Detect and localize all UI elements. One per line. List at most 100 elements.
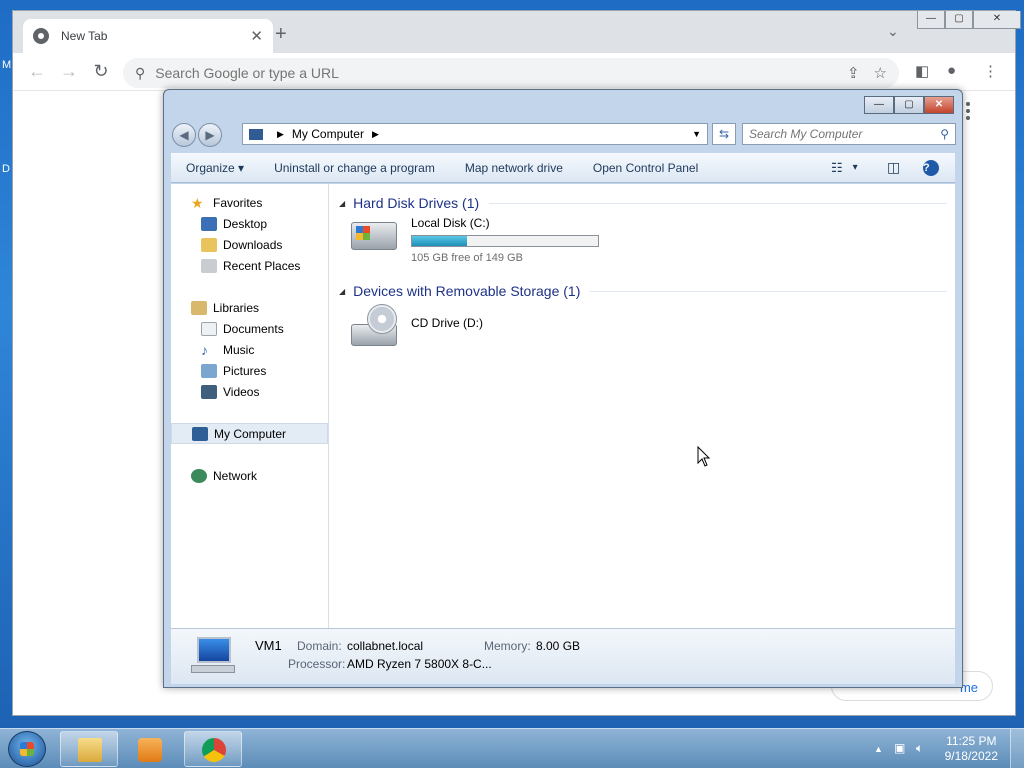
group-header-removable[interactable]: ◢ Devices with Removable Storage (1) bbox=[339, 280, 955, 302]
navigation-pane: ★ Favorites Desktop Downloads Recent Plac… bbox=[171, 184, 329, 628]
preview-pane-icon[interactable]: ◫ bbox=[887, 159, 900, 176]
refresh-button[interactable]: ⇆ bbox=[712, 123, 736, 145]
network-tray-icon[interactable]: ▣ bbox=[894, 741, 905, 755]
clock-date: 9/18/2022 bbox=[944, 749, 998, 763]
breadcrumb-arrow-icon[interactable]: ▶ bbox=[277, 129, 284, 140]
profile-icon[interactable]: ● bbox=[947, 62, 956, 79]
breadcrumb-arrow-icon[interactable]: ▶ bbox=[372, 129, 379, 140]
minimize-button[interactable]: — bbox=[917, 11, 945, 29]
show-desktop-button[interactable] bbox=[1010, 729, 1024, 768]
taskbar-explorer[interactable] bbox=[60, 731, 118, 767]
back-icon[interactable]: ← bbox=[21, 61, 53, 82]
organize-button[interactable]: Organize ▾ bbox=[171, 161, 259, 175]
explorer-body: ★ Favorites Desktop Downloads Recent Plac… bbox=[171, 184, 955, 628]
music-icon: ♪ bbox=[201, 341, 208, 358]
nav-pictures[interactable]: Pictures bbox=[171, 360, 328, 381]
maximize-button[interactable]: ▢ bbox=[894, 96, 924, 114]
address-bar[interactable]: ▶ My Computer ▶ ▼ bbox=[242, 123, 708, 145]
maximize-button[interactable]: ▢ bbox=[945, 11, 973, 29]
nav-libraries[interactable]: Libraries bbox=[171, 297, 328, 318]
start-button[interactable] bbox=[8, 731, 46, 767]
drive-usage-fill bbox=[412, 236, 467, 246]
omnibox[interactable]: ⚲ ⇪ ☆ bbox=[123, 58, 899, 88]
computer-icon bbox=[191, 637, 235, 673]
documents-icon bbox=[201, 321, 217, 336]
explorer-titlebar[interactable]: — ▢ ✕ bbox=[164, 90, 962, 122]
taskbar-media-player[interactable] bbox=[120, 731, 178, 767]
side-panel-icon[interactable]: ◧ bbox=[915, 62, 929, 80]
hard-disk-icon bbox=[351, 222, 397, 250]
drive-local-disk-c[interactable]: Local Disk (C:) 105 GB free of 149 GB bbox=[339, 214, 955, 276]
close-button[interactable]: ✕ bbox=[973, 11, 1021, 29]
bookmark-star-icon[interactable]: ☆ bbox=[874, 64, 887, 82]
open-control-panel-button[interactable]: Open Control Panel bbox=[578, 161, 713, 175]
nav-my-computer[interactable]: My Computer bbox=[171, 423, 328, 444]
chrome-tab-icon bbox=[33, 28, 49, 44]
new-tab-button[interactable]: + bbox=[275, 23, 287, 46]
media-player-icon bbox=[138, 738, 162, 762]
nav-documents[interactable]: Documents bbox=[171, 318, 328, 339]
forward-icon[interactable]: → bbox=[53, 61, 85, 82]
tab-search-icon[interactable]: ⌄ bbox=[887, 23, 899, 40]
nav-network[interactable]: Network bbox=[171, 465, 328, 486]
clock[interactable]: 11:25 PM 9/18/2022 bbox=[945, 734, 998, 764]
omnibox-input[interactable] bbox=[155, 65, 833, 81]
group-title: Devices with Removable Storage (1) bbox=[353, 283, 581, 299]
content-pane: ◢ Hard Disk Drives (1) Local Disk (C:) 1… bbox=[331, 184, 955, 628]
nav-downloads[interactable]: Downloads bbox=[171, 234, 328, 255]
nav-music[interactable]: ♪ Music bbox=[171, 339, 328, 360]
pictures-icon bbox=[201, 363, 217, 378]
forward-button[interactable]: ▶ bbox=[198, 123, 222, 147]
nav-label: Libraries bbox=[213, 300, 260, 315]
explorer-window: — ▢ ✕ ◀ ▶ ▶ My Computer ▶ ▼ ⇆ ⚲ Organize… bbox=[163, 89, 963, 688]
memory-label: Memory: bbox=[484, 639, 531, 653]
show-hidden-icons[interactable]: ▲ bbox=[874, 744, 883, 754]
memory-value: 8.00 GB bbox=[536, 639, 581, 653]
system-tray: ▲ ▣ 🔈︎ 11:25 PM 9/18/2022 bbox=[864, 729, 1024, 768]
nav-label: Desktop bbox=[223, 216, 268, 231]
breadcrumb-my-computer[interactable]: My Computer bbox=[292, 127, 364, 141]
share-icon[interactable]: ⇪ bbox=[847, 64, 860, 82]
cd-drive-icon bbox=[351, 304, 397, 348]
chrome-tab[interactable]: New Tab ✕ bbox=[23, 19, 273, 53]
nav-label: Downloads bbox=[223, 237, 283, 252]
back-button[interactable]: ◀ bbox=[172, 123, 196, 147]
collapse-triangle-icon[interactable]: ◢ bbox=[339, 287, 345, 296]
group-title: Hard Disk Drives (1) bbox=[353, 195, 480, 211]
taskbar-chrome[interactable] bbox=[184, 731, 242, 767]
chrome-window-controls: — ▢ ✕ bbox=[917, 11, 1021, 29]
view-dropdown-icon: ▾ bbox=[852, 162, 858, 173]
nav-videos[interactable]: Videos bbox=[171, 381, 328, 402]
tab-close-icon[interactable]: ✕ bbox=[250, 27, 263, 45]
collapse-triangle-icon[interactable]: ◢ bbox=[339, 199, 345, 208]
nav-recent-places[interactable]: Recent Places bbox=[171, 255, 328, 276]
drive-free-space: 105 GB free of 149 GB bbox=[411, 252, 523, 264]
nav-label: Videos bbox=[223, 384, 260, 399]
group-header-hard-disks[interactable]: ◢ Hard Disk Drives (1) bbox=[339, 192, 955, 214]
search-input[interactable] bbox=[749, 127, 941, 141]
nav-desktop[interactable]: Desktop bbox=[171, 213, 328, 234]
processor-label: Processor: bbox=[288, 657, 346, 671]
map-network-drive-button[interactable]: Map network drive bbox=[450, 161, 578, 175]
reload-icon[interactable]: ↻ bbox=[85, 61, 117, 82]
help-icon[interactable]: ? bbox=[923, 159, 939, 176]
search-box[interactable]: ⚲ bbox=[742, 123, 956, 145]
close-button[interactable]: ✕ bbox=[924, 96, 954, 114]
nav-favorites[interactable]: ★ Favorites bbox=[171, 192, 328, 213]
menu-dots-icon[interactable]: ⋮ bbox=[983, 62, 998, 80]
address-dropdown-icon[interactable]: ▼ bbox=[692, 129, 701, 139]
view-options[interactable]: ☷ ▾ bbox=[831, 160, 858, 176]
drive-cd-d[interactable]: CD Drive (D:) bbox=[339, 302, 955, 364]
downloads-folder-icon bbox=[201, 237, 217, 252]
uninstall-program-button[interactable]: Uninstall or change a program bbox=[259, 161, 450, 175]
network-icon bbox=[191, 468, 207, 483]
command-bar: Organize ▾ Uninstall or change a program… bbox=[171, 153, 955, 183]
drive-name: Local Disk (C:) bbox=[411, 216, 490, 230]
tab-title: New Tab bbox=[61, 29, 108, 43]
star-icon: ★ bbox=[191, 194, 204, 211]
minimize-button[interactable]: — bbox=[864, 96, 894, 114]
videos-icon bbox=[201, 384, 217, 399]
chrome-tab-bar: New Tab ✕ + ⌄ — ▢ ✕ bbox=[13, 11, 1021, 53]
taskbar: ▲ ▣ 🔈︎ 11:25 PM 9/18/2022 bbox=[0, 728, 1024, 768]
volume-icon[interactable]: 🔈︎ bbox=[916, 741, 923, 756]
